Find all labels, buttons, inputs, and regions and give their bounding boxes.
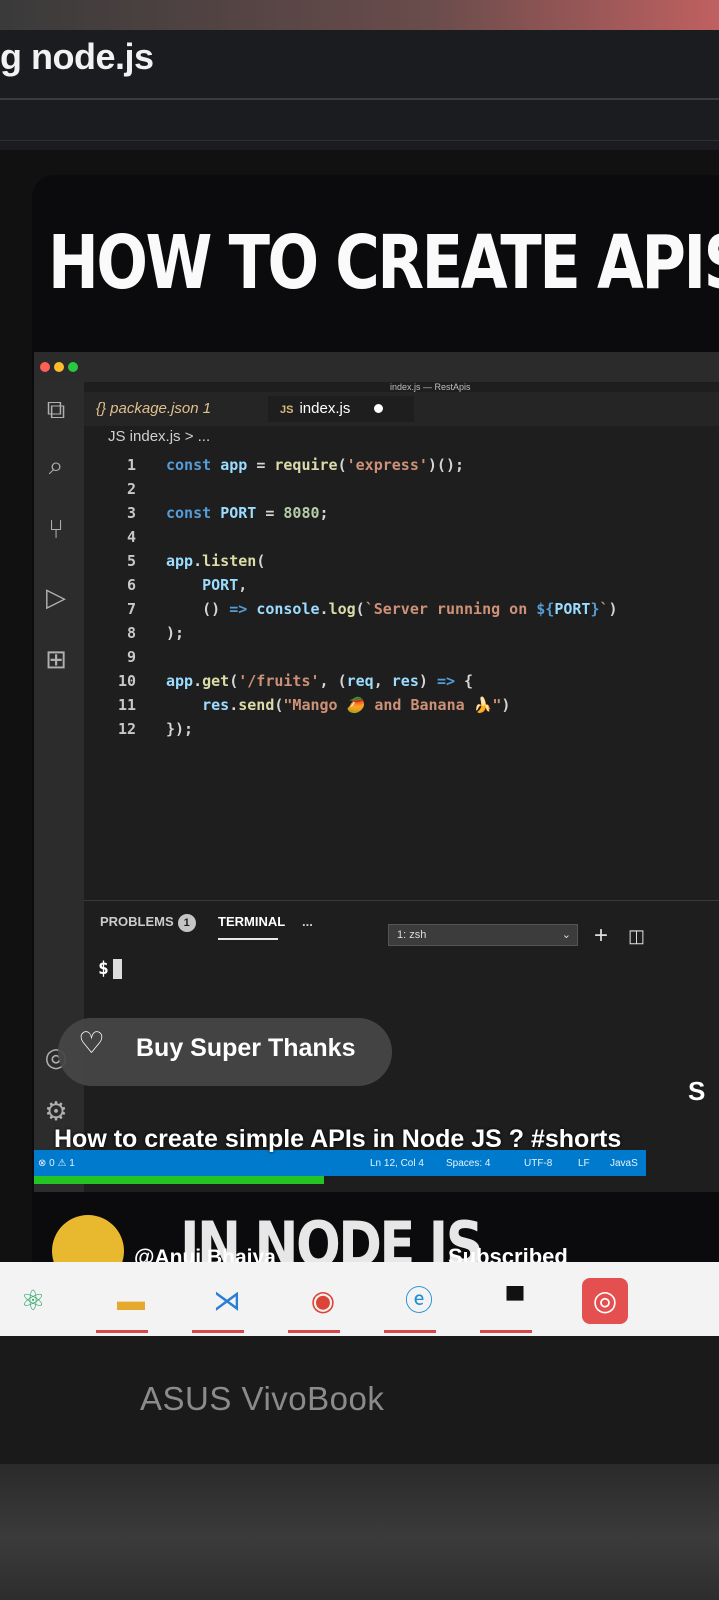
line-number: 4 <box>126 528 136 546</box>
code-line-11: res.send("Mango 🥭 and Banana 🍌") <box>202 696 511 714</box>
line-number: 2 <box>126 480 136 498</box>
problems-count-badge: 1 <box>177 914 196 932</box>
code-line-6: PORT, <box>202 576 248 594</box>
line-number: 7 <box>126 600 136 618</box>
divider <box>0 98 719 100</box>
extensions-icon[interactable]: ⊞ <box>38 642 74 678</box>
status-indentation[interactable]: Spaces: 4 <box>446 1158 490 1169</box>
explorer-icon[interactable]: ⧉ <box>38 392 74 428</box>
vscode-icon[interactable]: ⋊ <box>204 1278 250 1324</box>
taskbar-indicator <box>384 1330 436 1333</box>
tab-label: index.js <box>299 400 351 417</box>
super-thanks-label: Buy Super Thanks <box>136 1034 356 1062</box>
taskbar-indicator <box>480 1330 532 1333</box>
code-line-1: const app = require('express')(); <box>166 456 465 474</box>
line-number: 12 <box>117 720 136 738</box>
terminal-icon[interactable]: ▀ <box>492 1278 538 1324</box>
laptop-brand-logo: ASUS VivoBook <box>140 1380 385 1417</box>
line-number: 8 <box>126 624 136 642</box>
breadcrumb[interactable]: JS index.js > ... <box>108 428 210 445</box>
tab-problems[interactable]: PROBLEMS 1 <box>100 914 196 932</box>
code-line-10: app.get('/fruits', (req, res) => { <box>166 672 474 690</box>
line-number: 6 <box>126 576 136 594</box>
search-icon[interactable]: ⌕ <box>38 448 74 484</box>
status-problems[interactable]: ⊗ 0 ⚠ 1 <box>38 1158 75 1169</box>
status-cursor-position[interactable]: Ln 12, Col 4 <box>370 1158 424 1169</box>
terminal-prompt[interactable]: $ <box>98 958 122 979</box>
super-thanks-heart-icon: ♡ <box>78 1027 105 1060</box>
taskbar-indicator <box>288 1330 340 1333</box>
problems-label: PROBLEMS <box>100 914 174 929</box>
progress-strip <box>34 1176 324 1184</box>
code-line-8: ); <box>166 624 185 642</box>
atom-icon[interactable]: ⚛ <box>10 1278 56 1324</box>
chevron-down-icon: ⌄ <box>561 929 571 941</box>
tab-terminal[interactable]: TERMINAL <box>218 914 285 929</box>
tab-label: {} package.json 1 <box>96 400 212 417</box>
video-title-overlay: HOW TO CREATE APIS <box>48 220 719 306</box>
run-debug-icon[interactable]: ▷ <box>38 580 74 616</box>
new-terminal-icon[interactable]: + <box>594 922 608 950</box>
screen-top-strip <box>0 0 719 34</box>
text-cursor <box>112 959 122 979</box>
tab-index-js[interactable]: JS index.js <box>268 396 414 422</box>
shell-label: 1: zsh <box>397 929 427 941</box>
more-actions-button[interactable]: ... <box>302 914 313 929</box>
code-line-3: const PORT = 8080; <box>166 504 329 522</box>
code-line-5: app.listen( <box>166 552 266 570</box>
line-number: 1 <box>126 456 136 474</box>
page-title: g node.js <box>0 36 154 77</box>
window-title: index.js — RestApis <box>390 382 471 392</box>
tab-package-json[interactable]: {} package.json 1 <box>96 396 211 422</box>
prompt-symbol: $ <box>98 958 109 979</box>
file-explorer-icon[interactable]: ▬ <box>108 1278 154 1324</box>
close-window-icon[interactable] <box>40 362 50 372</box>
js-file-icon: JS <box>280 404 294 416</box>
active-tab-indicator <box>218 938 278 940</box>
source-control-icon[interactable]: ⑂ <box>38 512 74 548</box>
line-number: 10 <box>117 672 136 690</box>
short-video-title[interactable]: How to create simple APIs in Node JS ? #… <box>54 1122 654 1156</box>
taskbar-indicator <box>96 1330 148 1333</box>
divider <box>0 140 719 141</box>
line-number: 5 <box>126 552 136 570</box>
status-encoding[interactable]: UTF-8 <box>524 1158 552 1169</box>
taskbar-indicator <box>192 1330 244 1333</box>
app-icon[interactable]: ◎ <box>582 1278 628 1324</box>
code-line-12: }); <box>166 720 194 738</box>
edge-icon[interactable]: ⓔ <box>396 1278 442 1324</box>
line-number: 11 <box>117 696 136 714</box>
status-language[interactable]: JavaS <box>610 1158 638 1169</box>
line-number: 9 <box>126 648 136 666</box>
terminal-shell-select[interactable]: 1: zsh ⌄ <box>388 924 578 946</box>
status-eol[interactable]: LF <box>578 1158 590 1169</box>
code-line-7: () => console.log(`Server running on ${P… <box>202 600 618 618</box>
minimize-window-icon[interactable] <box>54 362 64 372</box>
chrome-icon[interactable]: ◉ <box>300 1278 346 1324</box>
split-terminal-icon[interactable]: ◫ <box>628 926 645 947</box>
side-action-letter: S <box>688 1076 706 1106</box>
vscode-titlebar <box>34 352 719 382</box>
line-number: 3 <box>126 504 136 522</box>
maximize-window-icon[interactable] <box>68 362 78 372</box>
laptop-base <box>0 1464 719 1600</box>
unsaved-dot-icon[interactable] <box>374 404 384 413</box>
